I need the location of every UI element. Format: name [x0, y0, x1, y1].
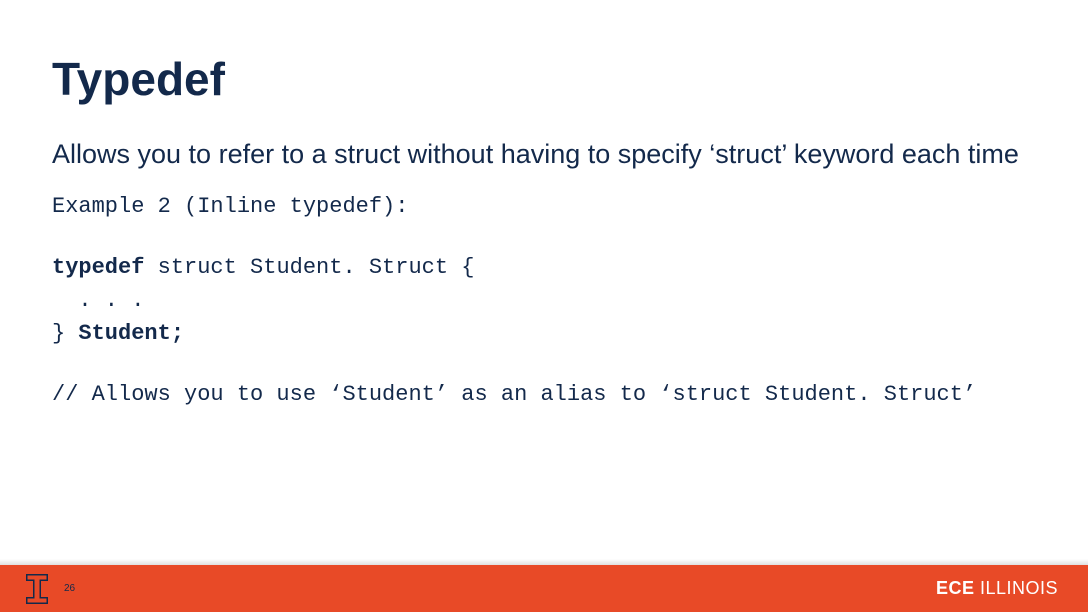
- typedef-name: Student;: [78, 321, 184, 346]
- ece-thin: ILLINOIS: [974, 578, 1058, 598]
- slide-description: Allows you to refer to a struct without …: [52, 136, 1048, 172]
- keyword-typedef: typedef: [52, 255, 144, 280]
- example-label: Example 2 (Inline typedef):: [52, 194, 408, 219]
- code-line-3-brace: }: [52, 321, 78, 346]
- slide-title: Typedef: [52, 52, 1048, 106]
- ece-illinois-wordmark: ECE ILLINOIS: [936, 578, 1058, 599]
- footer-left: 26: [24, 573, 75, 605]
- content-area: Typedef Allows you to refer to a struct …: [52, 52, 1048, 411]
- ece-bold: ECE: [936, 578, 975, 598]
- slide: Typedef Allows you to refer to a struct …: [0, 0, 1088, 612]
- page-number: 26: [64, 583, 75, 594]
- code-comment: // Allows you to use ‘Student’ as an ali…: [52, 382, 976, 407]
- code-line-2: . . .: [52, 288, 144, 313]
- code-line-1-rest: struct Student. Struct {: [144, 255, 474, 280]
- footer-bar: 26 ECE ILLINOIS: [0, 565, 1088, 612]
- code-block: Example 2 (Inline typedef): typedef stru…: [52, 190, 1048, 411]
- illinois-logo-icon: [24, 573, 50, 605]
